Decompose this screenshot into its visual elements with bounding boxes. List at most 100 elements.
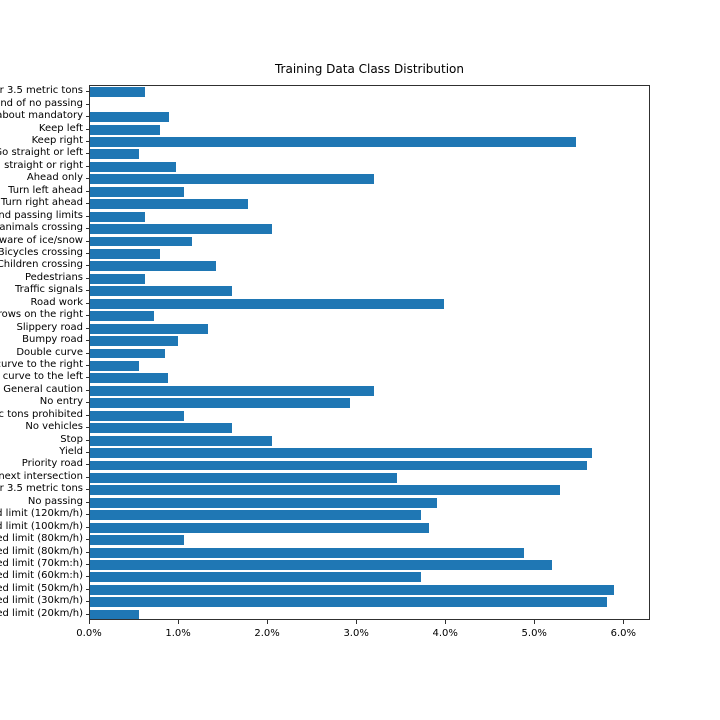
y-tick-label: d limit (120km/h): [0, 508, 83, 520]
bar: [90, 211, 146, 222]
y-tick-label: No vehicles: [25, 421, 83, 433]
y-tick-label: No entry: [39, 396, 83, 408]
x-tick-mark: [445, 620, 447, 624]
y-tick-label: ed limit (50km/h): [0, 582, 83, 594]
y-tick-label: Road work: [30, 296, 83, 308]
x-tick-label: 1.0%: [165, 628, 191, 639]
bar: [90, 448, 593, 458]
y-tick-label: Stop: [60, 433, 83, 445]
bar: [90, 398, 351, 409]
y-tick-label: curve to the left: [2, 371, 83, 383]
x-tick-mark: [178, 620, 180, 624]
bar: [90, 87, 146, 98]
y-tick-label: ed limit (80km/h): [0, 533, 83, 545]
bar: [90, 298, 445, 309]
bar: [90, 609, 139, 619]
y-tick-label: Keep right: [31, 134, 83, 146]
bar: [90, 174, 375, 185]
y-tick-label: next intersection: [0, 470, 83, 482]
y-tick-label: ed limit (80km/h): [0, 545, 83, 557]
x-tick-label: 6.0%: [610, 628, 636, 639]
x-tick-label: 3.0%: [343, 628, 369, 639]
x-tick-mark: [623, 620, 625, 624]
bar: [90, 435, 272, 446]
bar: [90, 161, 177, 172]
y-tick-label: Ahead only: [26, 172, 83, 184]
bar: [90, 522, 430, 533]
y-tick-label: ware of ice/snow: [0, 234, 83, 246]
bar: [90, 497, 438, 508]
bar: [90, 286, 233, 297]
y-tick-label: r 3.5 metric tons: [0, 483, 83, 495]
x-tick-label: 0.0%: [76, 628, 102, 639]
y-tick-label: about mandatory: [0, 110, 83, 122]
bar: [90, 137, 577, 147]
y-tick-label: Turn right ahead: [0, 197, 83, 209]
bar: [90, 423, 232, 434]
y-tick-label: Keep left: [38, 122, 83, 134]
y-tick-label: Double curve: [16, 346, 83, 358]
x-tick-label: 5.0%: [521, 628, 547, 639]
y-tick-label: straight or right: [4, 159, 83, 171]
bars-layer: [90, 86, 649, 619]
bar: [90, 385, 375, 396]
y-tick-label: rows on the right: [0, 309, 83, 321]
x-tick-mark: [89, 620, 90, 624]
bar: [90, 112, 170, 123]
chart-title: Training Data Class Distribution: [274, 62, 465, 76]
y-tick-label: Turn left ahead: [8, 184, 83, 196]
bar: [90, 572, 422, 583]
y-tick-label: c tons prohibited: [0, 408, 83, 420]
bar: [90, 323, 209, 334]
x-tick-mark: [356, 620, 358, 624]
x-tick-mark: [267, 620, 269, 624]
y-tick-label: Bumpy road: [22, 334, 83, 346]
x-tick-mark: [534, 620, 536, 624]
bar: [90, 261, 217, 272]
x-axis-tick-labels: 0.0% 1.0% 2.0% 3.0% 4.0% 5.0% 6.0%: [76, 620, 650, 650]
y-tick-label: nd of no passing: [0, 97, 83, 109]
bar: [90, 485, 561, 496]
y-tick-label: Children crossing: [0, 259, 83, 271]
bar: [90, 186, 185, 197]
bar: [90, 273, 146, 284]
bar: [90, 410, 185, 421]
y-tick-label: Traffic signals: [14, 284, 83, 296]
x-tick-label: 4.0%: [432, 628, 458, 639]
bar: [90, 248, 161, 259]
bar: [90, 348, 165, 359]
y-tick-label: Pedestrians: [24, 271, 83, 283]
bar: [90, 597, 608, 608]
y-tick-label: r 3.5 metric tons: [0, 85, 83, 97]
plot-area: [89, 85, 650, 620]
y-tick-label: ed limit (20km/h): [0, 607, 83, 619]
bar: [90, 560, 553, 570]
y-tick-label: Slippery road: [16, 321, 83, 333]
y-tick-label: Go straight or left: [0, 147, 83, 159]
y-tick-label: ed limit (70km:h): [0, 558, 83, 569]
y-tick-label: curve to the right: [0, 358, 83, 370]
y-tick-label: Priority road: [21, 458, 83, 470]
y-tick-label: Yield: [59, 446, 83, 458]
y-tick-label: General caution: [3, 383, 83, 395]
y-axis-tick-labels: r 3.5 metric tons nd of no passing about m…: [0, 85, 89, 620]
bar: [90, 360, 139, 371]
y-tick-label: animals crossing: [0, 222, 83, 234]
bar: [90, 311, 155, 322]
y-tick-label: d limit (100km/h): [0, 520, 83, 532]
bar: [90, 149, 139, 160]
bar: [90, 199, 248, 210]
bar: [90, 124, 161, 135]
y-tick-label: ed limit (30km/h): [0, 595, 83, 607]
bar: [90, 584, 615, 595]
matplotlib-figure: Training Data Class Distribution r 3.5 m…: [0, 0, 720, 720]
bar: [90, 236, 193, 247]
bar: [90, 224, 272, 235]
bar: [90, 535, 185, 546]
bar: [90, 547, 524, 558]
y-tick-label: No passing: [27, 495, 83, 507]
bar: [90, 510, 422, 521]
x-tick-label: 2.0%: [254, 628, 280, 639]
y-tick-label: Bicycles crossing: [0, 246, 83, 258]
bar: [90, 460, 587, 471]
